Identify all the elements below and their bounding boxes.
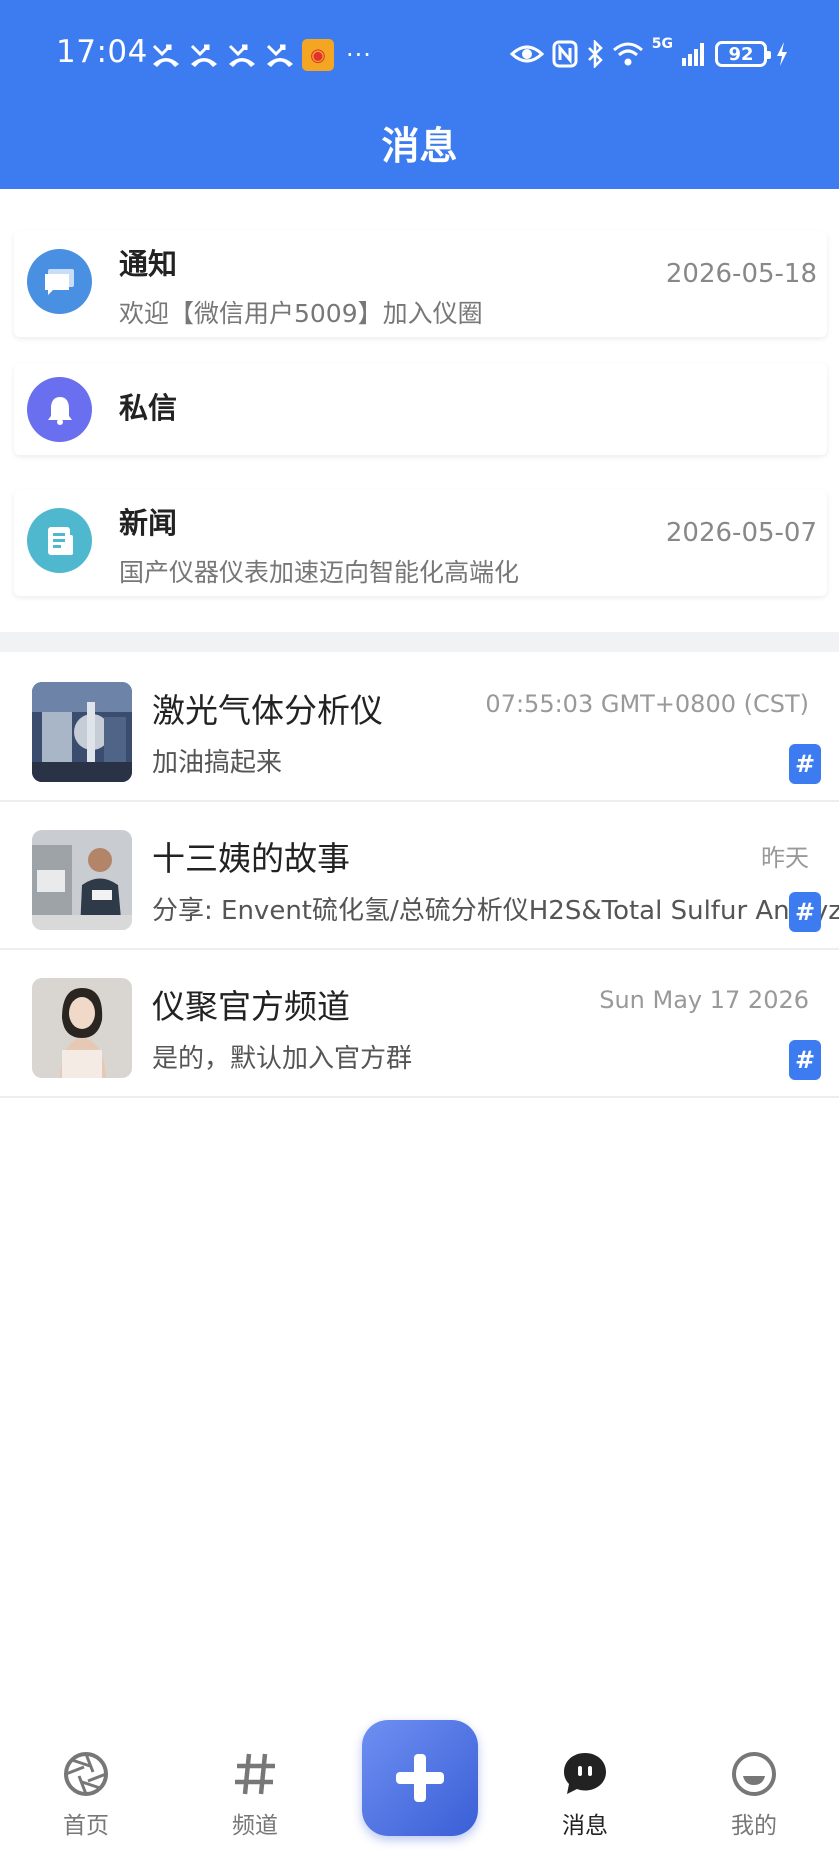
nav-mine-label: 我的: [731, 1813, 777, 1839]
channel-title: 十三姨的故事: [152, 839, 350, 878]
notification-row[interactable]: 通知 欢迎【微信用户5009】加入仪圈 2026-05-18: [14, 231, 827, 337]
signal-icon: [682, 43, 704, 66]
channel-time: 07:55:03 GMT+0800 (CST): [485, 690, 809, 718]
nav-messages[interactable]: 消息: [530, 1750, 640, 1840]
section-divider: [0, 632, 839, 652]
message-bubble-icon: [564, 1753, 606, 1794]
channel-row[interactable]: 激光气体分析仪 07:55:03 GMT+0800 (CST) 加油搞起来 #: [0, 654, 839, 802]
news-icon: [27, 508, 92, 573]
news-subtitle: 国产仪器仪表加速迈向智能化高端化: [119, 558, 520, 587]
channel-avatar: [32, 978, 132, 1078]
nav-messages-label: 消息: [562, 1813, 608, 1839]
charging-icon: [777, 42, 787, 66]
channel-avatar: [32, 682, 132, 782]
missed-call-icon: [152, 44, 179, 67]
missed-call-icon: [190, 44, 217, 67]
nav-home[interactable]: 首页: [31, 1750, 141, 1840]
status-system-icons: 5G 92: [509, 36, 789, 72]
battery-icon: 92: [715, 41, 771, 67]
private-message-title: 私信: [119, 391, 178, 425]
chat-bubble-icon: [27, 249, 92, 314]
bell-icon: [27, 377, 92, 442]
hashtag-badge-icon: #: [789, 744, 821, 784]
smiley-profile-icon: [732, 1752, 776, 1796]
status-notification-icons: ◉ ···: [150, 38, 372, 72]
status-time: 17:04: [56, 34, 148, 70]
news-title: 新闻: [119, 506, 178, 540]
bottom-navigation: 首页 频道 消息 我的: [0, 1700, 839, 1856]
nav-channels-label: 频道: [232, 1813, 278, 1839]
plus-icon: [396, 1754, 444, 1802]
more-notifications-icon: ···: [346, 41, 372, 69]
nfc-icon: [552, 40, 578, 68]
eye-icon: [509, 45, 544, 63]
aperture-icon: [64, 1752, 108, 1796]
battery-level: 92: [728, 43, 754, 65]
channel-subtitle: 分享: Envent硫化氢/总硫分析仪H2S&Total Sulfur Anal…: [152, 896, 839, 926]
hashtag-icon: [235, 1753, 275, 1795]
notification-subtitle: 欢迎【微信用户5009】加入仪圈: [119, 299, 483, 328]
channel-row[interactable]: 十三姨的故事 昨天 分享: Envent硫化氢/总硫分析仪H2S&Total S…: [0, 802, 839, 950]
channel-title: 激光气体分析仪: [152, 691, 383, 730]
network-type-label: 5G: [651, 36, 673, 52]
news-row[interactable]: 新闻 国产仪器仪表加速迈向智能化高端化 2026-05-07: [14, 490, 827, 596]
missed-call-icon: [266, 44, 293, 67]
status-bar: 17:04 ◉ ··· 5G 92: [0, 28, 839, 78]
channel-subtitle: 加油搞起来: [152, 748, 283, 778]
app-notification-icon: ◉: [302, 39, 334, 71]
notification-title: 通知: [119, 247, 178, 281]
news-date: 2026-05-07: [665, 518, 817, 548]
nav-mine[interactable]: 我的: [699, 1750, 809, 1840]
channel-row[interactable]: 仪聚官方频道 Sun May 17 2026 是的，默认加入官方群 #: [0, 950, 839, 1098]
hashtag-badge-icon: #: [789, 1040, 821, 1080]
channel-subtitle: 是的，默认加入官方群: [152, 1044, 413, 1074]
app-header: 17:04 ◉ ··· 5G 92 消息: [0, 0, 839, 189]
channel-time: 昨天: [761, 844, 809, 872]
channel-title: 仪聚官方频道: [152, 987, 350, 1026]
channel-time: Sun May 17 2026: [599, 986, 809, 1014]
bluetooth-icon: [587, 40, 603, 68]
private-message-row[interactable]: 私信: [14, 363, 827, 455]
nav-channels[interactable]: 频道: [200, 1750, 310, 1840]
add-post-button[interactable]: [362, 1720, 478, 1836]
hashtag-badge-icon: #: [789, 892, 821, 932]
missed-call-icon: [228, 44, 255, 67]
wifi-icon: [612, 42, 643, 66]
nav-home-label: 首页: [63, 1813, 109, 1839]
channel-avatar: [32, 830, 132, 930]
page-title: 消息: [381, 124, 458, 168]
notification-date: 2026-05-18: [665, 259, 817, 289]
